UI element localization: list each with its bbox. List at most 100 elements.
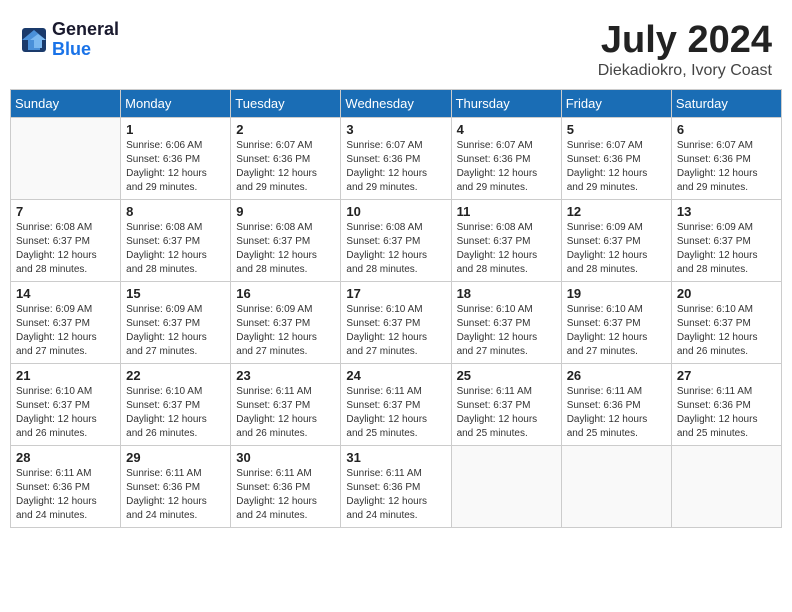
location-label: Diekadiokro, Ivory Coast [598,62,772,80]
calendar-day-cell: 16Sunrise: 6:09 AM Sunset: 6:37 PM Dayli… [231,281,341,363]
calendar-day-cell: 14 Sunrise: 6:09 AM Sunset: 6:37 PM Dayli… [11,281,121,363]
day-info: Sunrise: 6:11 AM Sunset: 6:36 PM Dayligh… [126,467,225,523]
weekday-header: Tuesday [231,89,341,117]
day-info: Sunrise: 6:11 AM Sunset: 6:36 PM Dayligh… [567,385,666,441]
day-number: 3 [346,122,445,137]
logo: General Blue [20,20,119,60]
calendar-day-cell [561,445,671,527]
calendar-day-cell: 13 Sunrise: 6:09 AM Sunset: 6:37 PM Dayli… [671,199,781,281]
day-info: Sunrise: 6:11 AM Sunset: 6:36 PM Dayligh… [16,467,115,523]
day-info: Sunrise: 6:11 AM Sunset: 6:37 PM Dayligh… [346,385,445,441]
calendar-week-row: 1 Sunrise: 6:06 AM Sunset: 6:36 PM Daylig… [11,117,782,199]
calendar-day-cell: 12Sunrise: 6:09 AM Sunset: 6:37 PM Dayli… [561,199,671,281]
calendar-day-cell [11,117,121,199]
day-info: Sunrise: 6:10 AM Sunset: 6:37 PM Dayligh… [457,303,556,359]
weekday-header: Monday [121,89,231,117]
day-number: 8 [126,204,225,219]
day-number: 20 [677,286,776,301]
day-info: Sunrise: 6:09 AM Sunset: 6:37 PM Dayligh… [677,221,776,277]
day-number: 12 [567,204,666,219]
calendar-day-cell: 28 Sunrise: 6:11 AM Sunset: 6:36 PM Dayli… [11,445,121,527]
day-number: 11 [457,204,556,219]
calendar-day-cell: 10 Sunrise: 6:08 AM Sunset: 6:37 PM Dayli… [341,199,451,281]
calendar-day-cell: 8Sunrise: 6:08 AM Sunset: 6:37 PM Daylig… [121,199,231,281]
day-info: Sunrise: 6:08 AM Sunset: 6:37 PM Dayligh… [346,221,445,277]
day-info: Sunrise: 6:07 AM Sunset: 6:36 PM Dayligh… [567,139,666,195]
day-number: 13 [677,204,776,219]
calendar-day-cell: 22 Sunrise: 6:10 AM Sunset: 6:37 PM Dayli… [121,363,231,445]
calendar-day-cell: 29Sunrise: 6:11 AM Sunset: 6:36 PM Dayli… [121,445,231,527]
title-section: July 2024 Diekadiokro, Ivory Coast [598,20,772,80]
day-info: Sunrise: 6:07 AM Sunset: 6:36 PM Dayligh… [236,139,335,195]
day-number: 15 [126,286,225,301]
calendar-day-cell: 7 Sunrise: 6:08 AM Sunset: 6:37 PM Daylig… [11,199,121,281]
calendar-day-cell: 20 Sunrise: 6:10 AM Sunset: 6:37 PM Dayli… [671,281,781,363]
day-info: Sunrise: 6:11 AM Sunset: 6:37 PM Dayligh… [236,385,335,441]
calendar-day-cell: 31 Sunrise: 6:11 AM Sunset: 6:36 PM Dayli… [341,445,451,527]
weekday-header: Saturday [671,89,781,117]
weekday-header: Sunday [11,89,121,117]
day-info: Sunrise: 6:11 AM Sunset: 6:37 PM Dayligh… [457,385,556,441]
day-info: Sunrise: 6:11 AM Sunset: 6:36 PM Dayligh… [677,385,776,441]
day-number: 21 [16,368,115,383]
calendar-day-cell: 6Sunrise: 6:07 AM Sunset: 6:36 PM Daylig… [671,117,781,199]
calendar-day-cell: 26 Sunrise: 6:11 AM Sunset: 6:36 PM Dayli… [561,363,671,445]
day-number: 25 [457,368,556,383]
day-info: Sunrise: 6:10 AM Sunset: 6:37 PM Dayligh… [677,303,776,359]
day-number: 28 [16,450,115,465]
day-info: Sunrise: 6:08 AM Sunset: 6:37 PM Dayligh… [457,221,556,277]
calendar-day-cell: 27 Sunrise: 6:11 AM Sunset: 6:36 PM Dayli… [671,363,781,445]
day-info: Sunrise: 6:06 AM Sunset: 6:36 PM Dayligh… [126,139,225,195]
calendar-day-cell: 15 Sunrise: 6:09 AM Sunset: 6:37 PM Dayli… [121,281,231,363]
day-number: 27 [677,368,776,383]
day-info: Sunrise: 6:09 AM Sunset: 6:37 PM Dayligh… [16,303,115,359]
logo-icon [20,26,48,54]
calendar-day-cell: 19 Sunrise: 6:10 AM Sunset: 6:37 PM Dayli… [561,281,671,363]
month-year-title: July 2024 [598,20,772,62]
day-number: 10 [346,204,445,219]
calendar-day-cell: 30 Sunrise: 6:11 AM Sunset: 6:36 PM Dayli… [231,445,341,527]
day-number: 26 [567,368,666,383]
weekday-header: Friday [561,89,671,117]
page-header: General Blue July 2024 Diekadiokro, Ivor… [10,10,782,85]
calendar-day-cell: 25 Sunrise: 6:11 AM Sunset: 6:37 PM Dayli… [451,363,561,445]
calendar-day-cell: 23 Sunrise: 6:11 AM Sunset: 6:37 PM Dayli… [231,363,341,445]
day-info: Sunrise: 6:08 AM Sunset: 6:37 PM Dayligh… [236,221,335,277]
day-number: 31 [346,450,445,465]
weekday-header: Wednesday [341,89,451,117]
calendar-day-cell: 11 Sunrise: 6:08 AM Sunset: 6:37 PM Dayli… [451,199,561,281]
day-info: Sunrise: 6:09 AM Sunset: 6:37 PM Dayligh… [126,303,225,359]
day-number: 17 [346,286,445,301]
day-info: Sunrise: 6:07 AM Sunset: 6:36 PM Dayligh… [677,139,776,195]
weekday-header: Thursday [451,89,561,117]
day-number: 5 [567,122,666,137]
calendar-day-cell: 21 Sunrise: 6:10 AM Sunset: 6:37 PM Dayli… [11,363,121,445]
day-info: Sunrise: 6:07 AM Sunset: 6:36 PM Dayligh… [346,139,445,195]
logo-text: General Blue [52,20,119,60]
day-info: Sunrise: 6:10 AM Sunset: 6:37 PM Dayligh… [567,303,666,359]
calendar-day-cell: 9 Sunrise: 6:08 AM Sunset: 6:37 PM Daylig… [231,199,341,281]
day-info: Sunrise: 6:08 AM Sunset: 6:37 PM Dayligh… [16,221,115,277]
day-info: Sunrise: 6:10 AM Sunset: 6:37 PM Dayligh… [16,385,115,441]
calendar-week-row: 7 Sunrise: 6:08 AM Sunset: 6:37 PM Daylig… [11,199,782,281]
day-info: Sunrise: 6:11 AM Sunset: 6:36 PM Dayligh… [346,467,445,523]
day-number: 7 [16,204,115,219]
day-number: 23 [236,368,335,383]
day-number: 30 [236,450,335,465]
calendar-day-cell [451,445,561,527]
day-number: 19 [567,286,666,301]
day-number: 22 [126,368,225,383]
day-number: 14 [16,286,115,301]
day-info: Sunrise: 6:09 AM Sunset: 6:37 PM Dayligh… [236,303,335,359]
day-number: 2 [236,122,335,137]
day-info: Sunrise: 6:10 AM Sunset: 6:37 PM Dayligh… [126,385,225,441]
calendar-day-cell: 18 Sunrise: 6:10 AM Sunset: 6:37 PM Dayli… [451,281,561,363]
day-number: 18 [457,286,556,301]
day-info: Sunrise: 6:11 AM Sunset: 6:36 PM Dayligh… [236,467,335,523]
day-number: 1 [126,122,225,137]
logo-line2: Blue [52,40,119,60]
calendar-day-cell: 17Sunrise: 6:10 AM Sunset: 6:37 PM Dayli… [341,281,451,363]
calendar-day-cell: 4Sunrise: 6:07 AM Sunset: 6:36 PM Daylig… [451,117,561,199]
calendar-week-row: 14 Sunrise: 6:09 AM Sunset: 6:37 PM Dayli… [11,281,782,363]
day-number: 9 [236,204,335,219]
